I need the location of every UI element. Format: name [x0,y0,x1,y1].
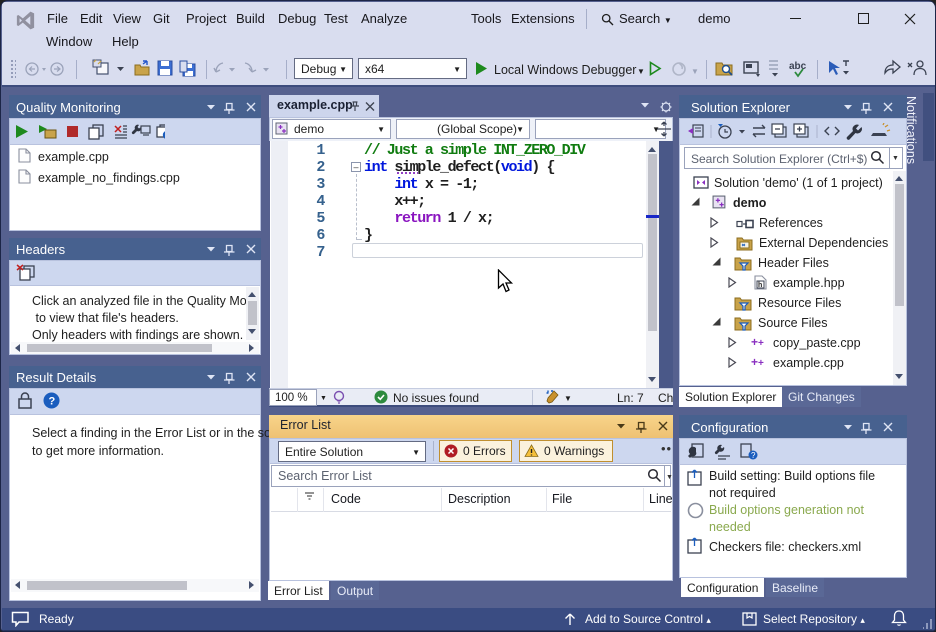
svg-text:?: ? [49,396,56,408]
svg-text:?: ? [751,451,756,460]
svg-text:h: h [758,282,762,289]
svg-text:abc: abc [789,61,807,72]
